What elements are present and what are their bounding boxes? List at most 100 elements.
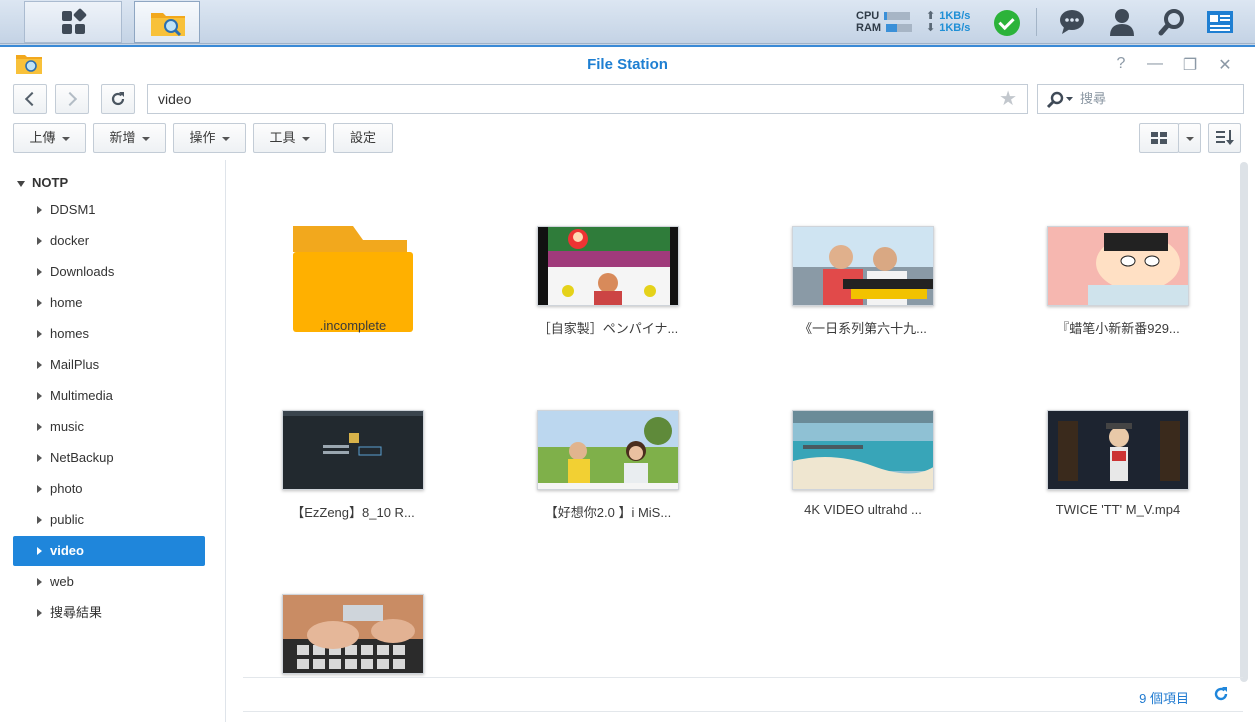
sidebar-item-music[interactable]: music [13,412,205,442]
caret-right-icon[interactable] [37,392,42,400]
caret-right-icon[interactable] [37,485,42,493]
view-mode-button[interactable] [1139,123,1179,153]
caret-right-icon[interactable] [37,330,42,338]
video-thumbnail [537,226,679,306]
minimize-button[interactable]: — [1145,55,1165,73]
refresh-icon[interactable] [1213,686,1229,702]
file-station-taskbar-button[interactable] [134,1,200,43]
video-file-item[interactable]: TWICE 'TT' M_V.mp4 [1008,344,1228,517]
sidebar-item-web[interactable]: web [13,567,205,597]
view-mode-dropdown[interactable] [1178,123,1201,153]
user-icon[interactable] [1108,8,1136,36]
file-name: .incomplete [319,318,387,333]
tree-root[interactable]: NOTP [17,175,68,190]
action-label: 操作 [189,130,216,145]
close-button[interactable]: ✕ [1215,55,1235,75]
video-file-item[interactable]: ［自家製］ペンパイナ... [498,160,718,336]
forward-button[interactable] [55,84,89,114]
file-name: 【好想你2.0 】i MiS... [544,505,672,520]
caret-right-icon[interactable] [37,206,42,214]
search-placeholder: 搜尋 [1080,91,1107,106]
status-bar: 9 個項目 [243,677,1243,712]
sidebar-item-label: homes [50,326,90,341]
file-name: 4K VIDEO ultrahd ... [804,502,922,517]
sort-button[interactable] [1208,123,1241,153]
tree-root-label: NOTP [32,175,69,190]
caret-right-icon[interactable] [37,299,42,307]
caret-right-icon[interactable] [37,609,42,617]
folder-tree: NOTP DDSM1 docker Downloads home homes MailPl… [0,160,226,722]
video-thumbnail [792,226,934,306]
sidebar-item-video[interactable]: video [13,536,205,566]
chevron-down-icon [1185,136,1194,141]
refresh-button[interactable] [101,84,135,114]
chevron-down-icon [61,136,70,141]
thumbnail-view-icon [1151,132,1167,144]
file-station-window: File Station ? — ❐ ✕ video ★ 搜尋 上傳 新增 操作… [0,45,1255,722]
video-file-item[interactable]: 4K VIDEO ultrahd ... [753,344,973,517]
caret-right-icon[interactable] [37,547,42,555]
sidebar-item-label: public [50,512,84,527]
caret-right-icon[interactable] [37,516,42,524]
search-input[interactable]: 搜尋 [1037,84,1244,114]
sidebar-item-multimedia[interactable]: Multimedia [13,381,205,411]
video-file-item[interactable] [243,528,463,678]
sidebar-item-downloads[interactable]: Downloads [13,257,205,287]
network-monitor: ⬆ 1KB/s ⬇ 1KB/s [926,10,970,34]
sidebar-item-docker[interactable]: docker [13,226,205,256]
window-title: File Station [587,56,668,73]
settings-label: 設定 [349,130,376,145]
path-bar[interactable]: video ★ [147,84,1028,114]
help-button[interactable]: ? [1111,55,1131,73]
system-health-icon[interactable] [994,10,1020,36]
sidebar-item-搜尋結果[interactable]: 搜尋結果 [13,598,205,628]
video-thumbnail [537,410,679,490]
action-button[interactable]: 操作 [173,123,246,153]
tools-button[interactable]: 工具 [253,123,326,153]
video-thumbnail [282,410,424,490]
caret-right-icon[interactable] [37,423,42,431]
video-file-item[interactable]: 《一日系列第六十九... [753,160,973,336]
chevron-down-icon [141,136,150,141]
back-button[interactable] [13,84,47,114]
upload-label: 上傳 [29,130,56,145]
search-filter-icon[interactable] [1046,91,1076,109]
sidebar-item-photo[interactable]: photo [13,474,205,504]
sidebar-item-label: Downloads [50,264,115,279]
sidebar-item-mailplus[interactable]: MailPlus [13,350,205,380]
create-button[interactable]: 新增 [93,123,166,153]
path-text: video [158,91,192,107]
folder-item[interactable]: .incomplete [243,160,463,333]
sidebar-item-ddsm1[interactable]: DDSM1 [13,195,205,225]
sidebar-item-netbackup[interactable]: NetBackup [13,443,205,473]
video-thumbnail [792,410,934,490]
caret-right-icon[interactable] [37,454,42,462]
caret-right-icon[interactable] [37,578,42,586]
content-scrollbar[interactable] [1240,162,1248,682]
video-file-item[interactable]: 【好想你2.0 】i MiS... [498,344,718,520]
sidebar-item-homes[interactable]: homes [13,319,205,349]
main-menu-button[interactable] [24,1,122,43]
video-file-item[interactable]: 【EzZeng】8_10 R... [243,344,463,520]
widgets-icon[interactable] [1206,8,1234,36]
caret-right-icon[interactable] [37,361,42,369]
search-icon[interactable] [1158,8,1186,36]
restore-button[interactable]: ❐ [1180,55,1200,75]
caret-right-icon[interactable] [37,237,42,245]
upload-button[interactable]: 上傳 [13,123,86,153]
sort-icon [1215,130,1234,145]
favorite-star-icon[interactable]: ★ [999,85,1017,113]
video-file-item[interactable]: 『蜡笔小新新番929... [1008,160,1228,336]
sidebar-item-label: home [50,295,83,310]
sidebar-item-home[interactable]: home [13,288,205,318]
chevron-left-icon [24,91,40,107]
caret-right-icon[interactable] [37,268,42,276]
sidebar-item-label: DDSM1 [50,202,96,217]
settings-button[interactable]: 設定 [333,123,393,153]
sidebar-item-label: photo [50,481,83,496]
sidebar-item-public[interactable]: public [13,505,205,535]
notifications-icon[interactable] [1058,8,1086,36]
cpu-label: CPU [856,10,880,22]
video-thumbnail [282,594,424,674]
resource-monitor[interactable]: CPU RAM [856,10,913,34]
